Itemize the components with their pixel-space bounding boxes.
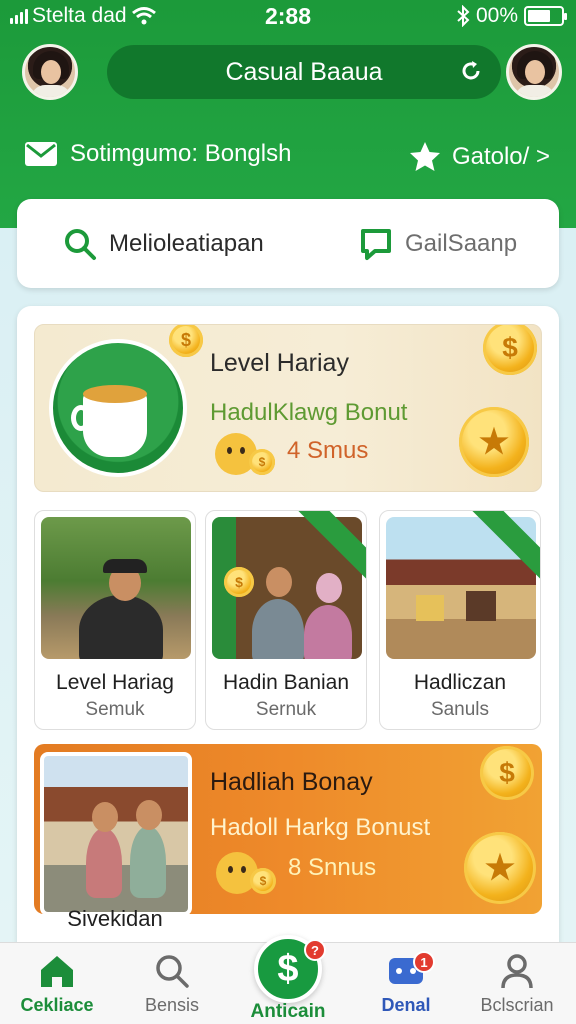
bottom-nav: Cekliace Bensis $ ? Anticain 1 Denal Bcl… — [0, 935, 576, 1024]
nav-item-search[interactable]: Bensis — [117, 951, 227, 1016]
tile-1-photo — [41, 517, 191, 659]
mail-link[interactable]: Sotimgumo: Bonglsh — [24, 140, 291, 168]
dollar-action-button[interactable]: $ ? — [254, 935, 326, 1003]
chat-button[interactable]: GailSaanp — [359, 227, 517, 261]
star-icon — [409, 142, 440, 171]
promo-top-subtitle: HadulKlawg Bonut — [210, 399, 408, 426]
search-card: Melioleatiapan GailSaanp — [17, 199, 559, 288]
app-title-pill[interactable]: Casual Baaua — [107, 45, 501, 99]
favorites-label: Gatolo/ > — [451, 143, 550, 170]
promo-bottom-subtitle: Hadoll Harkg Bonust — [210, 814, 431, 841]
profile-avatar-left[interactable] — [22, 44, 78, 100]
promo-bottom-title: Hadliah Bonay — [210, 768, 373, 796]
coin-stack-icon: $ — [250, 868, 276, 894]
tile-2-title: Hadin Banian — [222, 671, 350, 694]
promo-banner-top[interactable]: $ Level Hariay HadulKlawg Bonut $ 4 Smus… — [34, 324, 542, 492]
nav-item-chat[interactable]: 1 Denal — [351, 951, 461, 1016]
nav-center-label: Anticain — [250, 1001, 326, 1022]
battery-percent: 00% — [475, 4, 518, 27]
mail-icon — [25, 142, 57, 166]
battery-icon — [524, 6, 567, 26]
promo-top-title: Level Hariay — [210, 349, 349, 377]
user-icon — [501, 954, 533, 989]
favorites-link[interactable]: Gatolo/ > — [408, 140, 550, 174]
nav-item-profile[interactable]: Bclscrian — [462, 951, 572, 1016]
chat-badge: 1 — [413, 951, 435, 973]
coin-stack-icon: $ — [249, 449, 275, 475]
status-right: 00% — [456, 4, 567, 28]
mail-link-label: Sotimgumo: Bonglsh — [70, 140, 292, 167]
dollar-icon: $ — [277, 947, 299, 990]
search-icon — [156, 955, 189, 988]
search-button[interactable]: Melioleatiapan — [63, 227, 264, 261]
nav-item-home[interactable]: Cekliace — [2, 951, 112, 1016]
header-background — [0, 0, 576, 228]
app-screen: Stelta dad 2:88 00% Casual Baaua Sotimgu… — [0, 0, 576, 1024]
star-coin-icon: ★ — [459, 407, 529, 477]
tile-3-title: Hadliczan — [413, 671, 507, 694]
coffee-disc-illustration — [49, 339, 187, 477]
search-label: Melioleatiapan — [109, 230, 264, 257]
feed-card: $ Level Hariay HadulKlawg Bonut $ 4 Smus… — [17, 306, 559, 1006]
nav-chat-label: Denal — [381, 995, 431, 1015]
dollar-coin-icon: $ — [480, 746, 534, 800]
nav-search-label: Bensis — [144, 995, 200, 1015]
chat-bubble-icon — [361, 229, 391, 260]
promo-bottom-photo — [40, 752, 192, 914]
promo-tile-2[interactable]: $ Hadin Banian Sernuk — [205, 510, 367, 730]
header-links-row: Sotimgumo: Bonglsh Gatolo/ > — [0, 132, 576, 182]
nav-profile-label: Bclscrian — [480, 995, 554, 1015]
profile-avatar-right[interactable] — [506, 44, 562, 100]
promo-tile-1[interactable]: Level Hariag Semuk — [34, 510, 196, 730]
chat-label: GailSaanp — [405, 230, 518, 257]
promo-top-amount: 4 Smus — [287, 437, 369, 464]
tile-2-subtitle: Sernuk — [255, 699, 317, 720]
home-icon — [41, 956, 73, 987]
search-icon — [65, 229, 96, 260]
center-badge: ? — [304, 939, 326, 961]
app-title: Casual Baaua — [225, 57, 383, 86]
star-coin-icon: ★ — [464, 832, 536, 904]
promo-tile-3[interactable]: Hadliczan Sanuls — [379, 510, 541, 730]
coin-icon: $ — [169, 325, 203, 357]
promo-bottom-caption: Sivekidan — [67, 906, 163, 931]
refresh-icon[interactable] — [459, 59, 483, 83]
nav-home-label: Cekliace — [20, 995, 94, 1015]
bluetooth-icon — [457, 5, 470, 27]
tile-3-subtitle: Sanuls — [430, 699, 490, 720]
status-bar: Stelta dad 2:88 00% — [0, 0, 576, 32]
dollar-coin-icon: $ — [483, 325, 537, 375]
promo-bottom-amount: 8 Snnus — [288, 854, 377, 881]
tile-1-title: Level Hariag — [56, 671, 174, 694]
promo-banner-bottom[interactable]: Hadliah Bonay Hadoll Harkg Bonust $ 8 Sn… — [34, 744, 542, 914]
tile-1-subtitle: Semuk — [85, 699, 145, 720]
